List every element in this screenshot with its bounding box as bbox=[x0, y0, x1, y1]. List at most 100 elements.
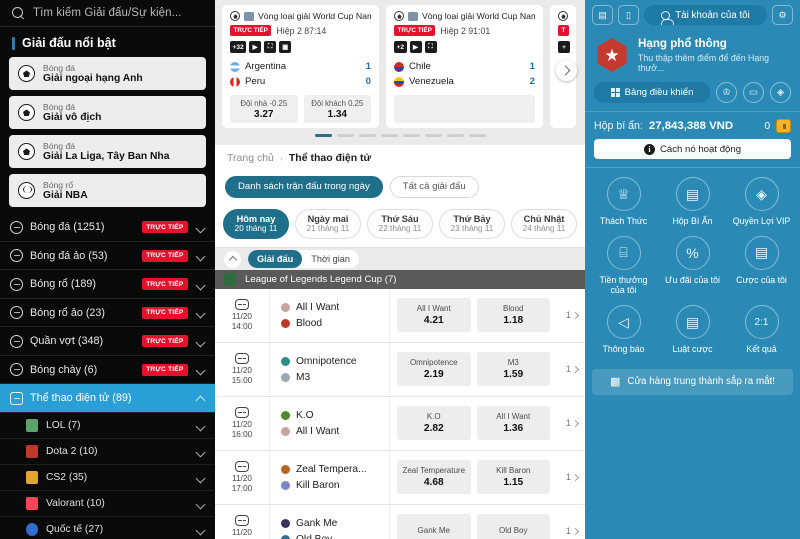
sort-by-league[interactable]: Giải đấu bbox=[248, 250, 303, 269]
play-icon[interactable]: ▶ bbox=[409, 41, 422, 53]
quick-action-challenges[interactable]: ♕ Thách Thức bbox=[589, 177, 658, 227]
quick-action-my-bets[interactable]: ▤ Cược của tôi bbox=[727, 235, 796, 296]
featured-league-item[interactable]: Bóng đá Giải La Liga, Tây Ban Nha bbox=[9, 135, 206, 169]
table-row[interactable]: 11/20 15:00 Omnipotence M3 Omnipotence 2… bbox=[215, 342, 585, 397]
day-tab-tomorrow[interactable]: Ngày mai 21 tháng 11 bbox=[295, 208, 361, 239]
chevron-down-icon[interactable] bbox=[195, 250, 206, 261]
chevron-down-icon[interactable] bbox=[195, 498, 206, 509]
table-row[interactable]: 11/20 18:00 Gank Me Old Boy Gank Me bbox=[215, 504, 585, 539]
sidebar-subitem-dota2[interactable]: Dota 2 (10) bbox=[0, 439, 215, 465]
ticket-icon[interactable]: ▯ bbox=[618, 5, 639, 25]
quick-action-my-promos[interactable]: % Ưu đãi của tôi bbox=[658, 235, 727, 296]
chevron-up-icon[interactable] bbox=[224, 250, 241, 268]
odds-button-away[interactable]: Đội khách 0.25 1.34 bbox=[303, 95, 371, 123]
chevron-down-icon[interactable] bbox=[195, 222, 206, 233]
featured-league-item[interactable]: Bóng đá Giải vô địch bbox=[9, 96, 206, 130]
carousel-dot[interactable] bbox=[380, 134, 398, 137]
more-markets-link[interactable]: 1 bbox=[556, 472, 580, 482]
more-markets-link[interactable]: 1 bbox=[556, 310, 580, 320]
odds-button-home[interactable]: Đội nhà -0.25 3.27 bbox=[230, 95, 298, 123]
odds-button-home[interactable]: K.O 2.82 bbox=[397, 406, 471, 441]
play-icon[interactable]: ▶ bbox=[249, 41, 262, 53]
sidebar-subitem-international[interactable]: Quốc tế (27) bbox=[0, 517, 215, 539]
sidebar-item-basketball[interactable]: Bóng rổ (189) TRỰC TIẾP bbox=[0, 270, 215, 299]
quick-action-notifications[interactable]: ◁ Thông báo bbox=[589, 305, 658, 355]
day-tab-today[interactable]: Hôm nay 20 tháng 11 bbox=[223, 208, 289, 239]
quick-action-my-bonus[interactable]: ⌸ Tiền thưởng của tôi bbox=[589, 235, 658, 296]
odds-button-away[interactable]: Old Boy bbox=[476, 514, 550, 539]
treasure-chest-icon[interactable] bbox=[776, 119, 791, 133]
chevron-down-icon[interactable] bbox=[195, 446, 206, 457]
chevron-down-icon[interactable] bbox=[195, 524, 206, 535]
chevron-down-icon[interactable] bbox=[195, 364, 206, 375]
how-it-works-button[interactable]: i Cách nó hoạt động bbox=[594, 139, 791, 159]
featured-league-item[interactable]: Bóng đá Giải ngoại hạng Anh bbox=[9, 57, 206, 91]
sidebar-subitem-valorant[interactable]: Valorant (10) bbox=[0, 491, 215, 517]
more-markets-badge[interactable]: +32 bbox=[230, 41, 247, 53]
dashboard-button[interactable]: Bảng điều khiển bbox=[594, 82, 710, 103]
odds-button-home[interactable]: All I Want 4.21 bbox=[397, 298, 471, 333]
table-row[interactable]: 11/20 17:00 Zeal Tempera... Kill Baron Z… bbox=[215, 450, 585, 505]
more-markets-badge[interactable]: + bbox=[558, 41, 570, 53]
carousel-dot[interactable] bbox=[336, 134, 354, 137]
featured-league-item[interactable]: Bóng rổ Giải NBA bbox=[9, 174, 206, 208]
chevron-down-icon[interactable] bbox=[195, 420, 206, 431]
more-markets-link[interactable]: 1 bbox=[556, 364, 580, 374]
odds-button-home[interactable]: Gank Me bbox=[397, 514, 471, 539]
odds-button-away[interactable]: M3 1.59 bbox=[476, 352, 550, 387]
more-markets-link[interactable]: 1 bbox=[556, 526, 580, 536]
calendar-icon[interactable]: ▤ bbox=[592, 5, 613, 25]
sidebar-item-tennis[interactable]: Quần vợt (348) TRỰC TIẾP bbox=[0, 327, 215, 356]
odds-button-home[interactable]: Omnipotence 2.19 bbox=[397, 352, 471, 387]
odds-button-away[interactable]: All I Want 1.36 bbox=[476, 406, 550, 441]
sidebar-item-esports[interactable]: Thể thao điện tử (89) bbox=[0, 384, 215, 413]
wallet-icon[interactable]: ▭ bbox=[743, 82, 764, 103]
sidebar-item-virtual-basketball[interactable]: Bóng rổ ảo (23) TRỰC TIẾP bbox=[0, 299, 215, 328]
live-match-card[interactable]: Vòng loại giải World Cup Nam Mỹ TRỰC TIẾ… bbox=[222, 5, 379, 128]
sidebar-subitem-lol[interactable]: LOL (7) bbox=[0, 413, 215, 439]
chevron-down-icon[interactable] bbox=[195, 307, 206, 318]
gear-icon[interactable]: ⚙ bbox=[772, 5, 793, 25]
odds-button-away[interactable]: Kill Baron 1.15 bbox=[476, 460, 550, 495]
carousel-next-button[interactable] bbox=[556, 60, 577, 81]
chevron-up-icon[interactable] bbox=[195, 393, 206, 404]
league-group-header[interactable]: League of Legends Legend Cup (7) bbox=[215, 270, 585, 289]
diamond-icon[interactable]: ◈ bbox=[770, 82, 791, 103]
carousel-dot[interactable] bbox=[468, 134, 486, 137]
sidebar-subitem-cs2[interactable]: CS2 (35) bbox=[0, 465, 215, 491]
sidebar-item-baseball[interactable]: Bóng chày (6) TRỰC TIẾP bbox=[0, 356, 215, 385]
carousel-dot[interactable] bbox=[402, 134, 420, 137]
day-tab-sunday[interactable]: Chủ Nhật 24 tháng 11 bbox=[511, 208, 577, 239]
chevron-down-icon[interactable] bbox=[195, 472, 206, 483]
filter-today-matches[interactable]: Danh sách trận đấu trong ngày bbox=[225, 175, 383, 198]
stats-icon[interactable]: ▣ bbox=[279, 41, 292, 53]
filter-all-tournaments[interactable]: Tất cả giải đấu bbox=[389, 175, 479, 198]
table-row[interactable]: 11/20 16:00 K.O All I Want K.O 2.82 All … bbox=[215, 396, 585, 451]
sidebar-item-virtual-football[interactable]: Bóng đá ảo (53) TRỰC TIẾP bbox=[0, 242, 215, 271]
odds-button-home[interactable]: Zeal Temperature 4.68 bbox=[397, 460, 471, 495]
live-match-card[interactable]: Vòng loại giải World Cup Nam Mỹ TRỰC TIẾ… bbox=[386, 5, 543, 128]
day-tab-saturday[interactable]: Thứ Bảy 23 tháng 11 bbox=[439, 208, 505, 239]
table-row[interactable]: 11/20 14:00 All I Want Blood All I Want … bbox=[215, 288, 585, 343]
carousel-dot[interactable] bbox=[358, 134, 376, 137]
pitch-view-icon[interactable]: ⛶ bbox=[264, 41, 277, 53]
trophy-icon[interactable]: ♔ bbox=[716, 82, 737, 103]
more-markets-link[interactable]: 1 bbox=[556, 418, 580, 428]
more-markets-badge[interactable]: +2 bbox=[394, 41, 407, 53]
loyalty-store-banner[interactable]: ▩ Cửa hàng trung thành sắp ra mắt! bbox=[592, 368, 793, 395]
my-account-button[interactable]: Tài khoản của tôi bbox=[644, 5, 767, 25]
carousel-dot[interactable] bbox=[314, 134, 332, 137]
chevron-down-icon[interactable] bbox=[195, 279, 206, 290]
quick-action-mystery-box[interactable]: ▤ Hộp Bí Ẩn bbox=[658, 177, 727, 227]
day-tab-friday[interactable]: Thứ Sáu 22 tháng 11 bbox=[367, 208, 433, 239]
sort-by-time[interactable]: Thời gian bbox=[302, 250, 359, 268]
chevron-down-icon[interactable] bbox=[195, 336, 206, 347]
search-input[interactable]: Tìm kiếm Giải đấu/Sự kiện... bbox=[0, 0, 215, 28]
quick-action-betting-rules[interactable]: ▤ Luật cược bbox=[658, 305, 727, 355]
carousel-dot[interactable] bbox=[446, 134, 464, 137]
pitch-view-icon[interactable]: ⛶ bbox=[424, 41, 437, 53]
sidebar-item-football[interactable]: Bóng đá (1251) TRỰC TIẾP bbox=[0, 213, 215, 242]
carousel-dot[interactable] bbox=[424, 134, 442, 137]
quick-action-vip[interactable]: ◈ Quyền Lợi VIP bbox=[727, 177, 796, 227]
quick-action-results[interactable]: 2:1 Kết quả bbox=[727, 305, 796, 355]
